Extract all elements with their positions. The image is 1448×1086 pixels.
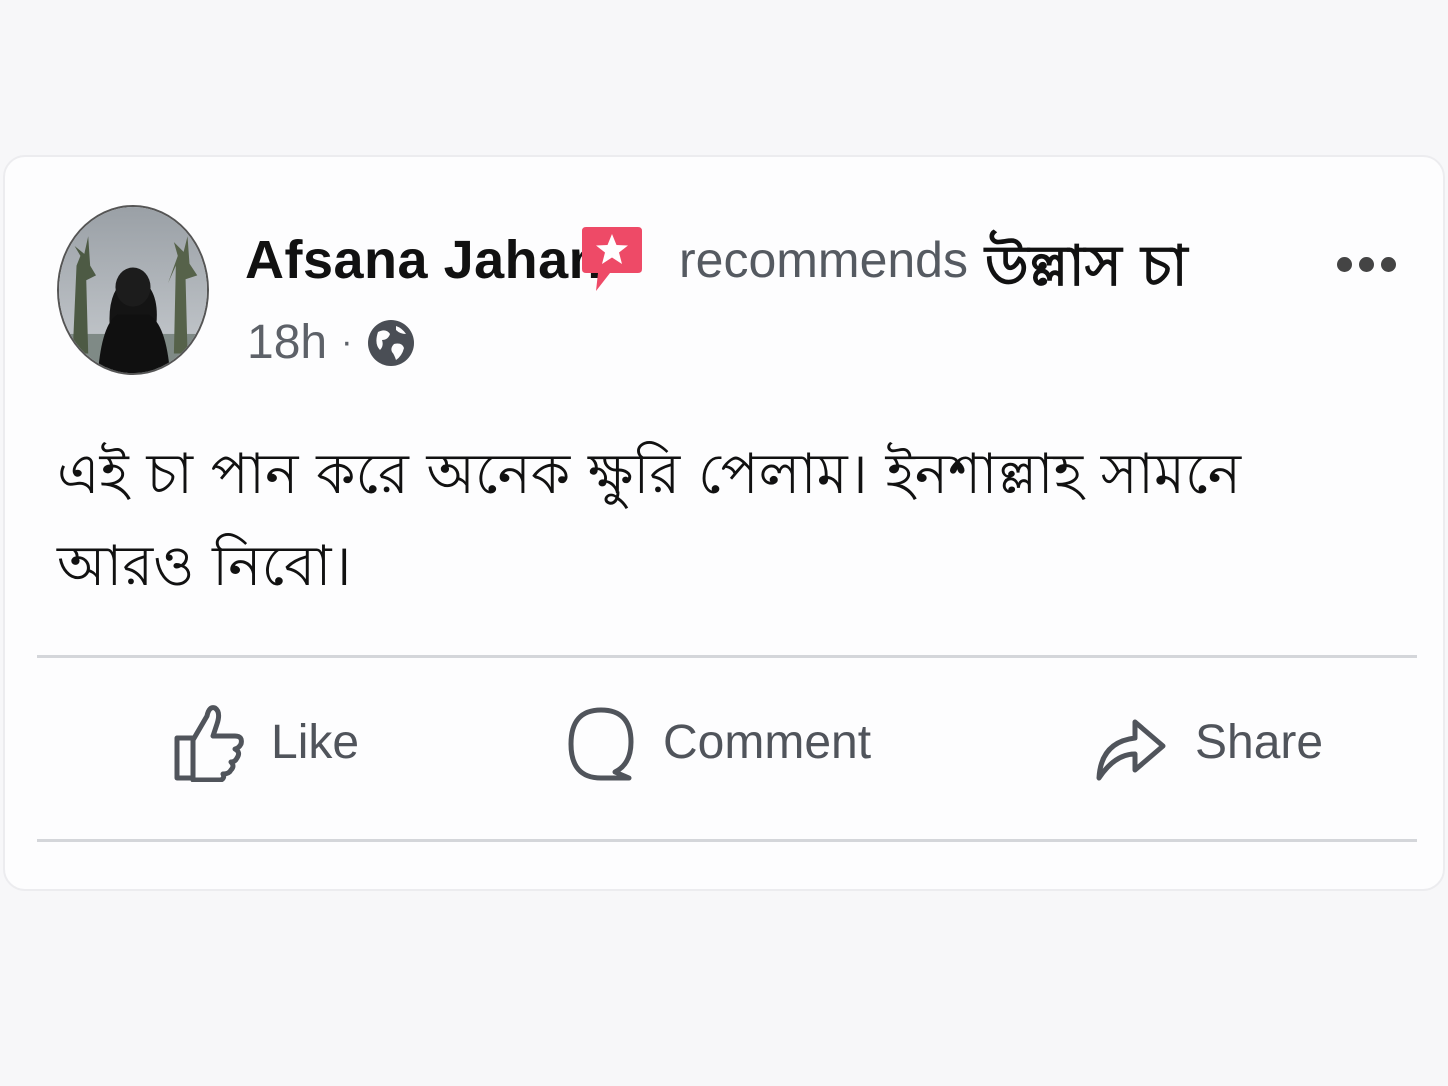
recommends-text: recommends xyxy=(679,232,968,288)
star-speech-bubble-icon xyxy=(580,225,644,295)
author-name[interactable]: Afsana Jahan xyxy=(245,229,602,291)
post-meta: 18h · xyxy=(247,315,416,370)
post-body: এই চা পান করে অনেক ক্ষুরি পেলাম। ইনশাল্ল… xyxy=(57,442,1242,599)
meta-separator: · xyxy=(341,323,353,361)
share-button[interactable]: Share xyxy=(1093,697,1323,787)
globe-icon[interactable] xyxy=(366,318,416,368)
page-name-link[interactable]: উল্লাস চা xyxy=(985,223,1188,317)
thumbs-up-icon xyxy=(174,705,244,782)
divider xyxy=(37,655,1417,658)
timestamp[interactable]: 18h xyxy=(247,315,327,370)
comment-button[interactable]: Comment xyxy=(565,697,871,787)
like-button[interactable]: Like xyxy=(173,697,359,787)
avatar[interactable] xyxy=(57,205,209,375)
like-label: Like xyxy=(271,715,360,769)
comment-label: Comment xyxy=(663,715,872,769)
post-card: Afsana Jahan recommends উল্লাস চা 18h · … xyxy=(3,155,1445,891)
share-label: Share xyxy=(1195,715,1324,769)
comment-bubble-icon xyxy=(568,707,634,781)
share-arrow-icon xyxy=(1096,719,1166,781)
more-options-icon[interactable] xyxy=(1337,257,1413,297)
divider xyxy=(37,839,1417,842)
